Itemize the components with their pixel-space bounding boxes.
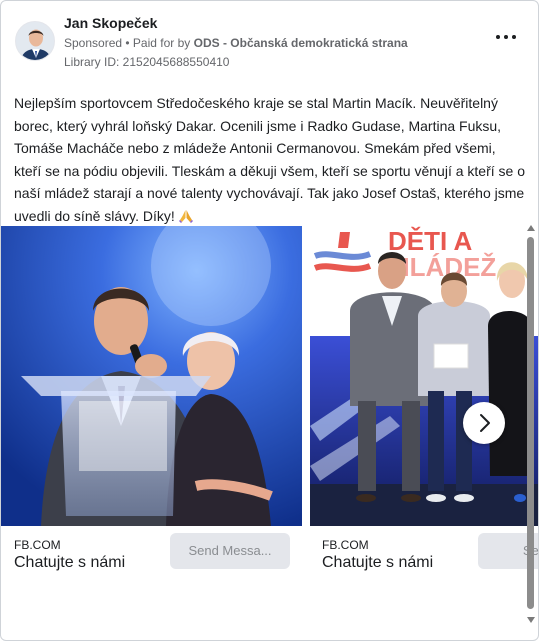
folded-hands-icon [178, 209, 193, 223]
card-title[interactable]: Chatujte s námi [14, 554, 125, 572]
avatar[interactable] [15, 21, 55, 61]
paid-for-by[interactable]: ODS - Občanská demokratická strana [194, 36, 408, 50]
post-header: Jan Skopeček Sponsored • Paid for by ODS… [13, 11, 526, 71]
sponsored-label[interactable]: Sponsored [64, 36, 122, 50]
card-domain: FB.COM [322, 538, 369, 552]
card-image[interactable] [1, 226, 302, 526]
post-body-text: Nejlepším sportovcem Středočeského kraje… [14, 95, 525, 224]
more-options-icon[interactable] [496, 31, 516, 43]
paid-for-prefix: • Paid for by [122, 36, 194, 50]
send-message-button[interactable]: Send Messa... [170, 533, 290, 569]
scroll-down-arrow-icon[interactable] [527, 617, 535, 623]
scrollbar-thumb[interactable] [527, 237, 534, 609]
chevron-right-icon [480, 414, 490, 432]
card-title[interactable]: Chatujte s námi [322, 554, 433, 572]
award-ceremony-photo: DĚTI A MLÁDEŽ [310, 226, 538, 526]
avatar-photo [16, 22, 54, 60]
library-id: Library ID: 2152045688550410 [64, 55, 230, 69]
vertical-scrollbar[interactable] [525, 225, 535, 625]
sponsored-line: Sponsored • Paid for by ODS - Občanská d… [64, 36, 408, 50]
post-body: Nejlepším sportovcem Středočeského kraje… [14, 92, 526, 227]
card-domain: FB.COM [14, 538, 61, 552]
card-image[interactable]: DĚTI A MLÁDEŽ [310, 226, 538, 526]
carousel-next-button[interactable] [463, 402, 505, 444]
ad-carousel: FB.COM Chatujte s námi Send Messa... DĚT… [1, 226, 538, 586]
scroll-up-arrow-icon[interactable] [527, 225, 535, 231]
stage-speaker-photo [1, 226, 302, 526]
carousel-card[interactable]: FB.COM Chatujte s námi Send Messa... [1, 226, 302, 586]
author-name[interactable]: Jan Skopeček [64, 15, 157, 31]
ad-post-card: Jan Skopeček Sponsored • Paid for by ODS… [0, 0, 539, 641]
